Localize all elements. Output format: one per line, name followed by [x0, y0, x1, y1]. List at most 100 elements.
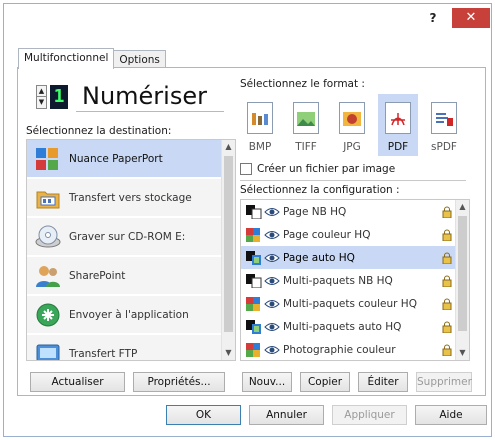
- scrollbar-thumb[interactable]: [224, 156, 233, 332]
- config-item-page-auto-hq[interactable]: Page auto HQ: [241, 246, 457, 269]
- format-jpg[interactable]: JPG: [332, 94, 372, 156]
- configuration-label: Sélectionnez la configuration :: [240, 184, 400, 196]
- lock-icon: [442, 252, 452, 264]
- scrollbar-thumb[interactable]: [458, 216, 467, 331]
- scan-settings-dialog: ? ✕ Multifonctionnel Options ▲ ▼ 1 Numér…: [3, 3, 492, 437]
- destination-item-cd-rom[interactable]: Graver sur CD-ROM E:: [27, 218, 223, 256]
- config-item-photographie-couleur[interactable]: Photographie couleur: [241, 338, 457, 360]
- pdf-file-icon: [385, 102, 411, 134]
- sharepoint-icon: [35, 263, 61, 289]
- destination-item-send-application[interactable]: Envoyer à l'application: [27, 296, 223, 334]
- scroll-down-icon[interactable]: ▼: [456, 346, 469, 360]
- single-file-checkbox[interactable]: [240, 163, 252, 175]
- paperport-icon: [35, 146, 61, 172]
- config-item-page-nb-hq[interactable]: Page NB HQ: [241, 200, 457, 223]
- eye-icon: [264, 230, 280, 240]
- properties-button[interactable]: Propriétés...: [133, 372, 225, 392]
- config-item-label: Multi-paquets auto HQ: [283, 320, 402, 333]
- tab-options[interactable]: Options: [113, 50, 166, 68]
- lock-icon: [442, 229, 452, 241]
- eye-icon: [264, 207, 280, 217]
- color-page-icon: [246, 296, 262, 311]
- tab-multifonctionnel[interactable]: Multifonctionnel: [18, 48, 115, 69]
- color-page-icon: [246, 342, 262, 357]
- lock-icon: [442, 298, 452, 310]
- spinner-down-icon[interactable]: ▼: [37, 97, 46, 108]
- ftp-icon: [35, 341, 61, 360]
- config-item-multi-couleur-hq[interactable]: Multi-paquets couleur HQ: [241, 292, 457, 315]
- destination-item-label: Envoyer à l'application: [69, 308, 189, 321]
- format-pdf[interactable]: PDF: [378, 94, 418, 156]
- format-spdf[interactable]: sPDF: [424, 94, 464, 156]
- destination-item-ftp[interactable]: Transfert FTP: [27, 335, 223, 360]
- destination-scrollbar[interactable]: ▲ ▼: [221, 140, 235, 360]
- spinner-up-icon[interactable]: ▲: [37, 86, 46, 97]
- lock-icon: [442, 344, 452, 356]
- new-config-button[interactable]: Nouv...: [242, 372, 292, 392]
- edit-config-button[interactable]: Éditer: [358, 372, 408, 392]
- help-titlebar-button[interactable]: ?: [418, 8, 448, 28]
- format-bmp[interactable]: BMP: [240, 94, 280, 156]
- bw-page-icon: [246, 204, 262, 219]
- lock-icon: [442, 321, 452, 333]
- destination-item-label: Transfert FTP: [69, 347, 138, 360]
- eye-icon: [264, 276, 280, 286]
- eye-icon: [264, 253, 280, 263]
- config-item-label: Page NB HQ: [283, 205, 347, 218]
- destination-item-label: SharePoint: [69, 269, 126, 282]
- apply-button[interactable]: Appliquer: [332, 405, 407, 425]
- format-name: TIFF: [295, 141, 317, 153]
- config-item-page-couleur-hq[interactable]: Page couleur HQ: [241, 223, 457, 246]
- lock-icon: [442, 275, 452, 287]
- jpg-file-icon: [339, 102, 365, 134]
- format-name: BMP: [248, 141, 272, 153]
- ok-button[interactable]: OK: [166, 405, 241, 425]
- config-item-label: Page couleur HQ: [283, 228, 371, 241]
- single-file-label: Créer un fichier par image: [257, 163, 396, 175]
- send-application-icon: [35, 302, 61, 328]
- format-tiff[interactable]: TIFF: [286, 94, 326, 156]
- scan-title: Numériser: [76, 80, 224, 112]
- configuration-list: Page NB HQ Page couleur HQ Page auto HQ …: [240, 199, 470, 361]
- format-name: JPG: [343, 141, 361, 153]
- scan-number-display: 1: [50, 85, 68, 109]
- divider: [240, 180, 466, 181]
- config-item-label: Multi-paquets NB HQ: [283, 274, 393, 287]
- destination-item-sharepoint[interactable]: SharePoint: [27, 257, 223, 295]
- storage-folder-icon: [35, 185, 61, 211]
- eye-icon: [264, 299, 280, 309]
- spdf-file-icon: [431, 102, 457, 134]
- color-page-icon: [246, 227, 262, 242]
- scroll-down-icon[interactable]: ▼: [222, 346, 235, 360]
- close-button[interactable]: ✕: [452, 8, 490, 28]
- tab-bar: Multifonctionnel Options: [18, 48, 166, 69]
- config-item-multi-nb-hq[interactable]: Multi-paquets NB HQ: [241, 269, 457, 292]
- refresh-button[interactable]: Actualiser: [30, 372, 125, 392]
- lock-icon: [442, 206, 452, 218]
- single-file-checkbox-row[interactable]: Créer un fichier par image: [240, 163, 395, 175]
- bmp-file-icon: [247, 102, 273, 134]
- destination-list: Nuance PaperPort Transfert vers stockage: [26, 139, 236, 361]
- format-selector: BMP TIFF JPG PDF sPDF: [240, 94, 465, 156]
- destination-item-label: Transfert vers stockage: [69, 191, 192, 204]
- cd-rom-icon: [35, 224, 61, 250]
- auto-page-icon: [246, 250, 262, 265]
- delete-config-button[interactable]: Supprimer: [416, 372, 472, 392]
- destination-item-paperport[interactable]: Nuance PaperPort: [27, 140, 223, 178]
- eye-icon: [264, 322, 280, 332]
- destination-item-storage[interactable]: Transfert vers stockage: [27, 179, 223, 217]
- bw-page-icon: [246, 273, 262, 288]
- config-item-label: Page auto HQ: [283, 251, 355, 264]
- scroll-up-icon[interactable]: ▲: [222, 140, 235, 154]
- format-label: Sélectionnez le format :: [240, 78, 365, 90]
- cancel-button[interactable]: Annuler: [249, 405, 324, 425]
- destination-label: Sélectionnez la destination:: [26, 125, 172, 137]
- scroll-up-icon[interactable]: ▲: [456, 200, 469, 214]
- scan-number-spinner[interactable]: ▲ ▼: [36, 85, 47, 109]
- configuration-scrollbar[interactable]: ▲ ▼: [455, 200, 469, 360]
- help-button[interactable]: Aide: [415, 405, 487, 425]
- config-item-multi-auto-hq[interactable]: Multi-paquets auto HQ: [241, 315, 457, 338]
- destination-item-label: Graver sur CD-ROM E:: [69, 230, 186, 243]
- config-item-label: Multi-paquets couleur HQ: [283, 297, 417, 310]
- copy-config-button[interactable]: Copier: [300, 372, 350, 392]
